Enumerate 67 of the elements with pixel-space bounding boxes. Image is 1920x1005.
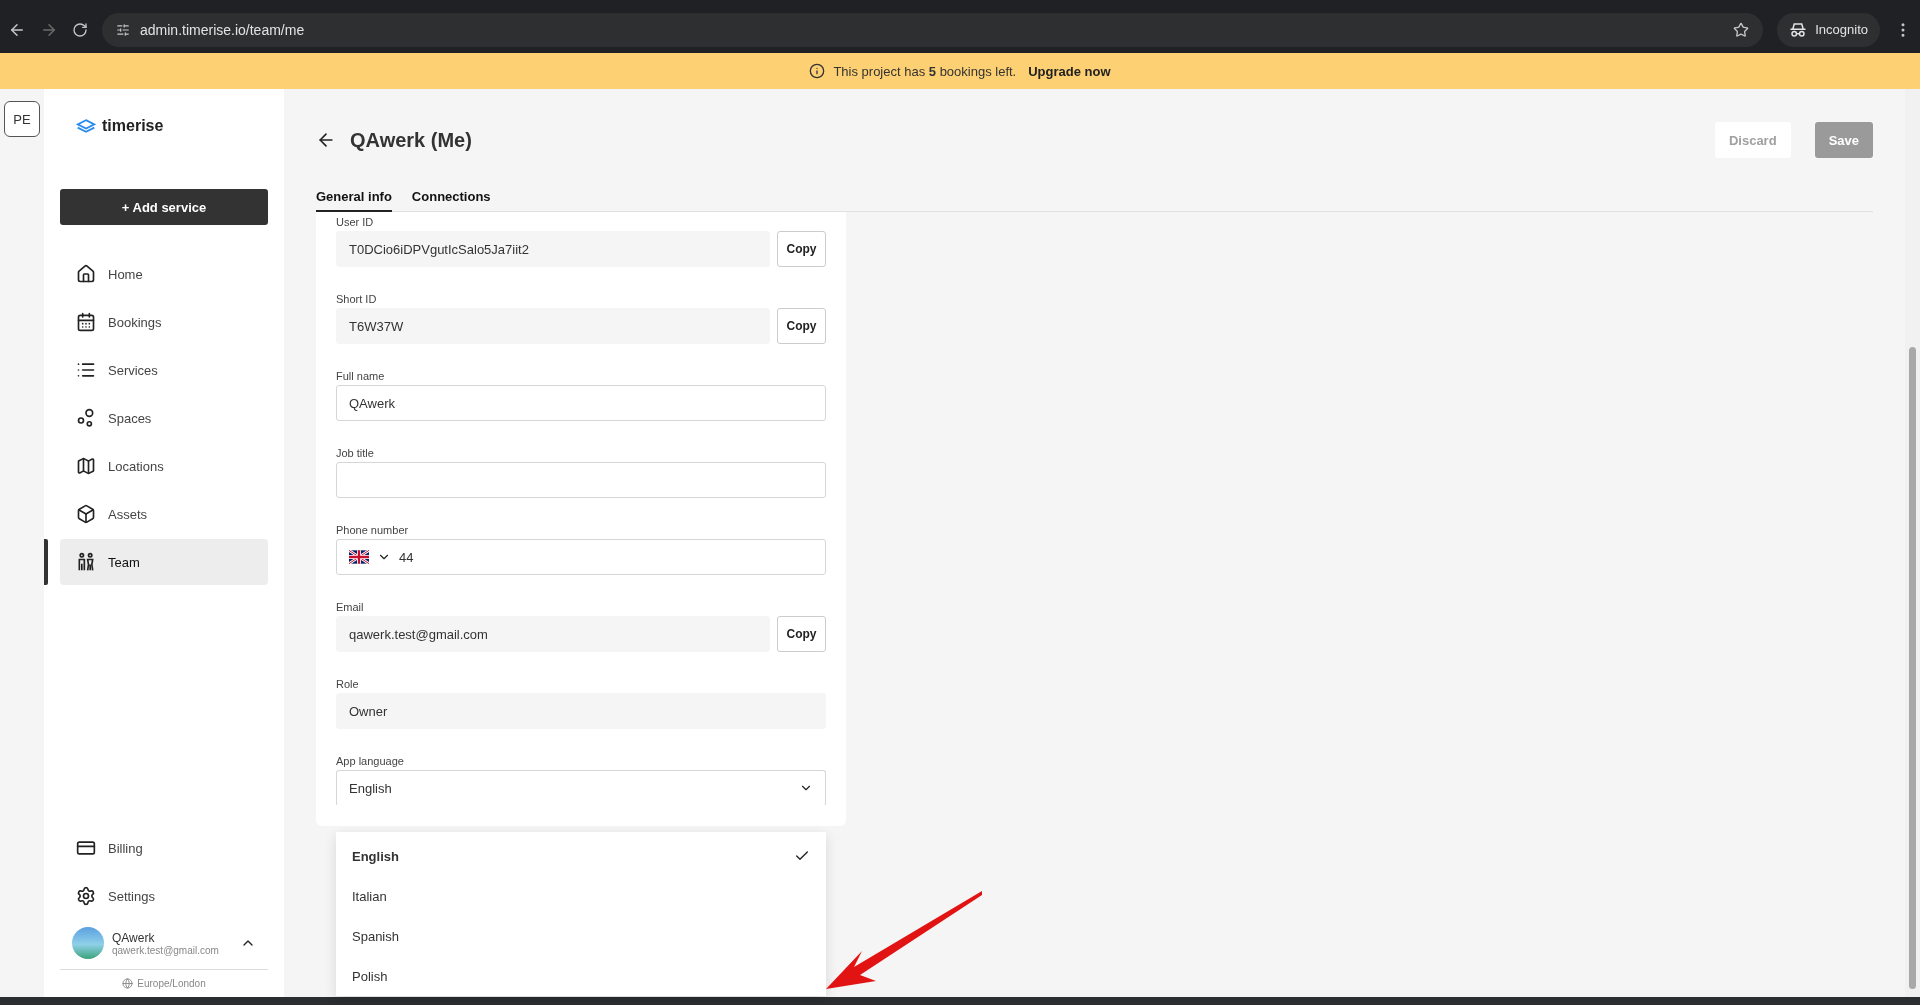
incognito-button[interactable]: Incognito: [1777, 12, 1880, 47]
language-option[interactable]: Italian: [336, 876, 826, 916]
incognito-icon: [1789, 21, 1808, 38]
flag-icon: [349, 550, 369, 564]
nav-label: Services: [108, 362, 158, 378]
nav-label: Bookings: [108, 314, 162, 330]
copy-button[interactable]: Copy: [777, 616, 826, 652]
nav-label: Team: [108, 554, 140, 570]
page-title: QAwerk (Me): [350, 128, 473, 152]
user-name: QAwerk: [112, 930, 156, 945]
nav-label: Billing: [108, 840, 143, 856]
readonly-field: qawerk.test@gmail.com: [336, 616, 770, 652]
banner-text: This project has 5 bookings left.: [833, 63, 1017, 79]
nav-label: Settings: [108, 888, 155, 904]
add-service-button[interactable]: + Add service: [60, 189, 268, 225]
copy-button[interactable]: Copy: [777, 308, 826, 344]
language-option[interactable]: Polish: [336, 956, 826, 996]
phone-field[interactable]: 44: [336, 539, 826, 575]
nav-label: Assets: [108, 506, 147, 522]
tab[interactable]: Connections: [411, 185, 491, 212]
site-settings-icon[interactable]: [116, 22, 130, 37]
field-label: Phone number: [336, 524, 410, 536]
copy-button[interactable]: Copy: [777, 231, 826, 267]
address-bar[interactable]: admin.timerise.io/team/me: [102, 12, 1764, 47]
nav-label: Home: [108, 266, 143, 282]
active-indicator: [44, 539, 48, 585]
settings-icon: [76, 886, 96, 906]
home-icon: [76, 264, 96, 284]
field-label: Short ID: [336, 293, 378, 305]
workspace-badge[interactable]: PE: [4, 101, 40, 137]
language-option[interactable]: English: [336, 836, 826, 876]
input-field[interactable]: [336, 462, 826, 498]
user-email: qawerk.test@gmail.com: [112, 944, 220, 956]
map-icon: [76, 456, 96, 476]
scrollbar[interactable]: [1905, 89, 1920, 997]
field-label: Email: [336, 601, 365, 613]
globe-icon: [122, 978, 134, 989]
logo-icon: [76, 118, 96, 134]
field-label: App language: [336, 755, 405, 767]
field-label: Job title: [336, 447, 375, 459]
field-label: Full name: [336, 370, 386, 382]
cube-icon: [76, 504, 96, 524]
people-icon: [76, 552, 96, 572]
circles-icon: [76, 408, 96, 428]
phone-value: 44: [399, 549, 414, 565]
logo-text: timerise: [102, 117, 164, 135]
star-icon[interactable]: [1733, 21, 1750, 38]
timezone-text: Europe/London: [137, 978, 206, 989]
list-icon: [76, 360, 96, 380]
readonly-field: Owner: [336, 693, 826, 729]
input-field[interactable]: QAwerk: [336, 385, 826, 421]
scrollbar-thumb[interactable]: [1909, 347, 1916, 989]
info-icon: [809, 63, 826, 79]
calendar-icon: [76, 312, 96, 332]
url-text: admin.timerise.io/team/me: [140, 21, 305, 38]
upgrade-link[interactable]: Upgrade now: [1028, 63, 1111, 79]
readonly-field: T6W37W: [336, 308, 770, 344]
language-select[interactable]: English: [336, 770, 826, 806]
reload-icon[interactable]: [72, 21, 88, 38]
avatar-photo-placeholder[interactable]: [72, 927, 104, 959]
field-label: User ID: [336, 216, 375, 228]
readonly-field: T0DCio6iDPVgutIcSalo5Ja7iit2: [336, 231, 770, 267]
language-option[interactable]: Spanish: [336, 916, 826, 956]
nav-label: Locations: [108, 458, 164, 474]
card-icon: [76, 838, 96, 858]
nav-label: Spaces: [108, 410, 152, 426]
field-label: Role: [336, 678, 360, 690]
